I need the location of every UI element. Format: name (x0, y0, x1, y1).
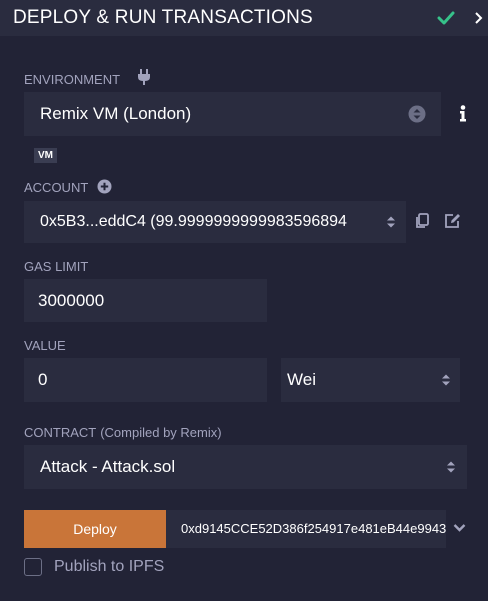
gas-limit-value: 3000000 (38, 290, 105, 310)
plus-circle-icon[interactable] (97, 179, 112, 194)
account-label: ACCOUNT (24, 180, 89, 195)
publish-ipfs-label: Publish to IPFS (54, 558, 165, 575)
publish-ipfs-checkbox[interactable] (24, 558, 42, 576)
value-unit-select[interactable]: Wei (281, 358, 460, 402)
environment-value: Remix VM (London) (40, 104, 192, 123)
environment-label: ENVIRONMENT (24, 72, 121, 87)
panel-title: DEPLOY & RUN TRANSACTIONS (13, 7, 313, 28)
value-amount: 0 (38, 370, 48, 389)
edit-icon[interactable] (444, 213, 461, 229)
check-icon (437, 11, 455, 25)
environment-select[interactable]: Remix VM (London) (24, 92, 441, 136)
contract-sublabel: (Compiled by Remix) (100, 425, 222, 440)
gas-limit-input[interactable]: 3000000 (24, 279, 267, 322)
copy-icon[interactable] (415, 213, 430, 229)
contract-select[interactable]: Attack - Attack.sol (24, 445, 467, 489)
info-icon[interactable] (459, 105, 467, 122)
chevron-right-icon[interactable] (474, 11, 484, 25)
chevron-down-icon[interactable] (453, 523, 466, 533)
contract-value: Attack - Attack.sol (40, 457, 176, 476)
panel-header: DEPLOY & RUN TRANSACTIONS (0, 0, 488, 36)
account-value: 0x5B3...eddC4 (99.9999999999983596894 (40, 213, 347, 230)
select-toggle-icon (408, 105, 426, 123)
value-amount-input[interactable]: 0 (24, 358, 267, 402)
chevron-updown-icon (447, 461, 455, 473)
deploy-parameters-input[interactable]: 0xd9145CCE52D386f254917e481eB44e9943F391… (166, 510, 446, 548)
value-unit: Wei (287, 370, 316, 389)
plug-icon (138, 69, 150, 85)
account-select[interactable]: 0x5B3...eddC4 (99.9999999999983596894 (24, 201, 406, 243)
value-label: VALUE (24, 338, 66, 353)
gas-limit-label: GAS LIMIT (24, 259, 89, 274)
vm-badge: VM (34, 148, 57, 163)
contract-label: CONTRACT (Compiled by Remix) (24, 425, 222, 440)
chevron-updown-icon (442, 374, 450, 386)
deploy-button[interactable]: Deploy (24, 510, 166, 548)
chevron-updown-icon (387, 216, 395, 228)
